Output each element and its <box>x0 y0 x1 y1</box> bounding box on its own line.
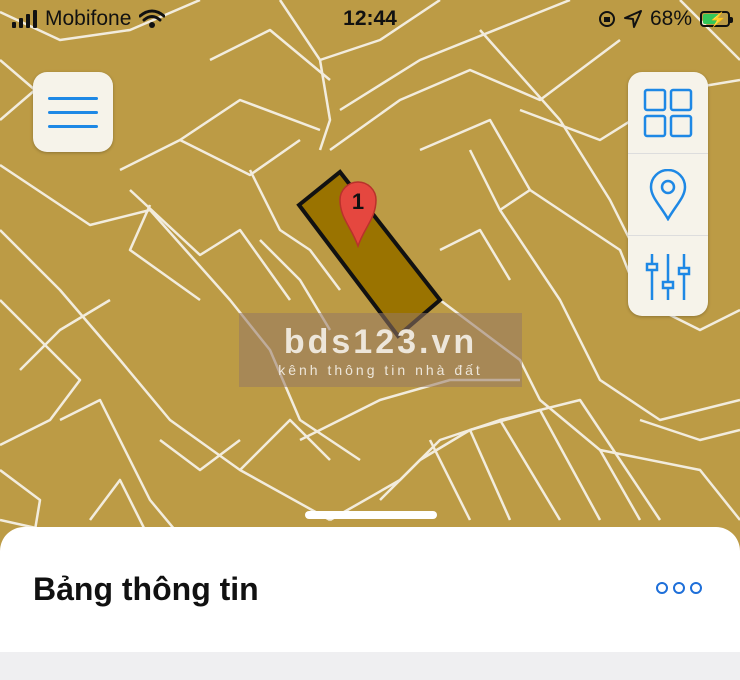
map-marker-icon[interactable]: 1 <box>336 178 380 248</box>
filter-button[interactable] <box>628 236 708 316</box>
battery-percent: 68% <box>649 7 692 30</box>
grid-icon <box>643 88 693 137</box>
hamburger-icon-line <box>48 96 98 100</box>
hamburger-icon-line <box>48 124 98 128</box>
map-tools-panel <box>628 72 708 316</box>
sheet-footer <box>0 652 740 680</box>
more-dot-icon <box>656 582 668 594</box>
watermark: bds123.vn kênh thông tin nhà đất <box>239 313 522 387</box>
sliders-icon <box>645 253 691 300</box>
location-pin-icon <box>649 168 687 221</box>
more-dot-icon <box>690 582 702 594</box>
status-bar: Mobifone 12:44 68% ⚡ <box>0 0 740 38</box>
sheet-title: Bảng thông tin <box>33 571 259 607</box>
hamburger-icon-line <box>48 110 98 114</box>
more-options-button[interactable] <box>656 582 702 594</box>
sheet-drag-handle[interactable] <box>305 511 437 519</box>
location-arrow-icon <box>623 10 642 28</box>
status-right: 68% ⚡ <box>598 7 733 31</box>
watermark-tagline: kênh thông tin nhà đất <box>278 362 483 378</box>
more-dot-icon <box>673 582 685 594</box>
map-marker-label: 1 <box>352 189 364 214</box>
menu-button[interactable] <box>33 72 113 152</box>
battery-icon: ⚡ <box>700 11 733 27</box>
location-button[interactable] <box>628 154 708 236</box>
watermark-brand: bds123.vn <box>283 323 478 361</box>
info-sheet: Bảng thông tin <box>0 527 740 680</box>
grid-view-button[interactable] <box>628 72 708 154</box>
orientation-lock-icon <box>598 11 615 27</box>
